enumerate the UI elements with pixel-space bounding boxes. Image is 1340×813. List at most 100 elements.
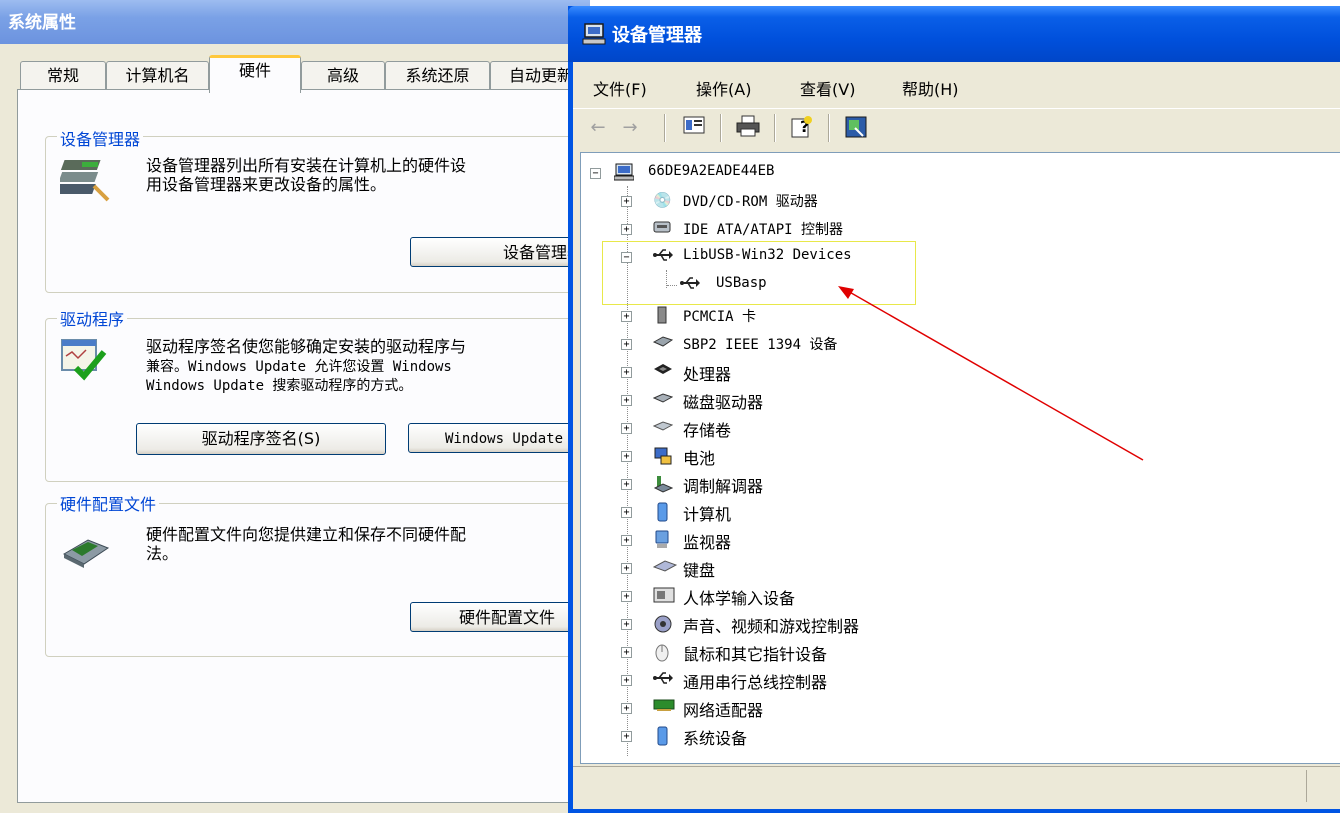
- properties-pane-icon[interactable]: [680, 114, 708, 142]
- ieee1394-icon: [652, 334, 674, 352]
- expand-toggle[interactable]: +: [621, 479, 632, 490]
- dvd-drive-icon: 💿: [653, 191, 672, 209]
- network-adapter-icon: [653, 698, 675, 716]
- tree-item-label: PCMCIA 卡: [683, 309, 757, 325]
- expand-toggle[interactable]: +: [621, 675, 632, 686]
- hardware-profiles-description-line1: 硬件配置文件向您提供建立和保存不同硬件配: [146, 525, 467, 544]
- annotation-arrow: [838, 286, 1144, 461]
- computer-icon: [582, 22, 606, 46]
- device-manager-group-title: 设备管理器: [57, 126, 144, 150]
- expand-toggle[interactable]: +: [621, 703, 632, 714]
- expand-toggle[interactable]: +: [621, 196, 632, 207]
- print-icon[interactable]: [734, 114, 762, 142]
- expand-toggle[interactable]: +: [621, 591, 632, 602]
- tab-advanced[interactable]: 高级: [301, 61, 385, 90]
- expand-toggle[interactable]: +: [621, 224, 632, 235]
- tree-item-label: 调制解调器: [683, 477, 764, 496]
- processor-icon: [653, 362, 672, 380]
- expand-toggle[interactable]: +: [621, 647, 632, 658]
- system-properties-titlebar[interactable]: [0, 0, 590, 44]
- modem-icon: [653, 474, 674, 493]
- tab-computer-name[interactable]: 计算机名: [106, 61, 209, 90]
- expand-toggle[interactable]: +: [621, 311, 632, 322]
- device-manager-button[interactable]: 设备管理器: [410, 237, 590, 267]
- expand-toggle[interactable]: +: [621, 731, 632, 742]
- drivers-description-line3: Windows Update 搜索驱动程序的方式。: [146, 378, 413, 394]
- toolbar-separator: [774, 114, 776, 142]
- status-bar: [573, 766, 1340, 807]
- keyboard-icon: [652, 558, 678, 576]
- toolbar-separator: [828, 114, 830, 142]
- expand-toggle[interactable]: +: [621, 451, 632, 462]
- collapse-toggle[interactable]: −: [590, 168, 601, 179]
- help-icon[interactable]: ?: [788, 114, 816, 142]
- tree-root-label: 66DE9A2EADE44EB: [648, 163, 775, 179]
- expand-toggle[interactable]: +: [621, 423, 632, 434]
- device-manager-description-line1: 设备管理器列出所有安装在计算机上的硬件设: [146, 156, 467, 175]
- expand-toggle[interactable]: +: [621, 619, 632, 630]
- expand-toggle[interactable]: +: [621, 563, 632, 574]
- expand-toggle[interactable]: +: [621, 507, 632, 518]
- sound-icon: [653, 614, 672, 633]
- toolbar-separator: [720, 114, 722, 142]
- tree-item-label: 存储卷: [683, 421, 732, 440]
- windows-update-button[interactable]: Windows Update: [408, 423, 590, 453]
- hardware-profiles-icon: [58, 528, 114, 572]
- monitor-icon: [653, 530, 671, 548]
- drivers-description-line1: 驱动程序签名使您能够确定安装的驱动程序与: [146, 337, 467, 356]
- tree-item-label: IDE ATA/ATAPI 控制器: [683, 222, 844, 238]
- tree-item-label: SBP2 IEEE 1394 设备: [683, 337, 838, 353]
- tree-item-label: 鼠标和其它指针设备: [683, 645, 828, 664]
- drivers-group-title: 驱动程序: [57, 306, 128, 330]
- tree-item-label: 系统设备: [683, 729, 748, 748]
- device-manager-title: 设备管理器: [612, 25, 702, 46]
- expand-toggle[interactable]: +: [621, 367, 632, 378]
- forward-arrow-icon[interactable]: →: [616, 114, 644, 142]
- system-properties-title: 系统属性: [8, 13, 76, 33]
- tab-hardware[interactable]: 硬件: [209, 55, 301, 93]
- pcmcia-icon: [653, 306, 671, 324]
- tab-system-restore[interactable]: 系统还原: [385, 61, 490, 90]
- menu-file[interactable]: 文件(F): [593, 76, 647, 100]
- ide-controller-icon: [653, 219, 671, 237]
- tree-item-label: 计算机: [683, 505, 732, 524]
- tree-item-label: DVD/CD-ROM 驱动器: [683, 194, 818, 210]
- tree-item-label: 声音、视频和游戏控制器: [683, 617, 860, 636]
- tree-item-label: 监视器: [683, 533, 732, 552]
- expand-toggle[interactable]: +: [621, 339, 632, 350]
- hardware-profiles-description-line2: 法。: [146, 544, 179, 563]
- toolbar-separator: [664, 114, 666, 142]
- tab-general[interactable]: 常规: [20, 61, 106, 90]
- usb-icon: [653, 670, 673, 688]
- tree-item-label: 电池: [683, 449, 716, 468]
- computer-icon: [613, 163, 635, 181]
- tree-item-label: 人体学输入设备: [683, 589, 796, 608]
- tree-item-label: 磁盘驱动器: [683, 393, 764, 412]
- drivers-description-line2: 兼容。Windows Update 允许您设置 Windows: [146, 359, 452, 375]
- disk-drive-icon: [652, 390, 674, 408]
- tree-item-label: 键盘: [683, 561, 716, 580]
- driver-signing-icon: [58, 334, 120, 384]
- expand-toggle[interactable]: +: [621, 395, 632, 406]
- device-manager-icon: [56, 156, 116, 204]
- tree-item-label: 网络适配器: [683, 701, 764, 720]
- hid-icon: [653, 586, 675, 604]
- mouse-icon: [653, 642, 671, 662]
- hardware-profiles-button[interactable]: 硬件配置文件: [410, 602, 590, 632]
- device-manager-description-line2: 用设备管理器来更改设备的属性。: [146, 175, 387, 194]
- expand-toggle[interactable]: +: [621, 535, 632, 546]
- back-arrow-icon[interactable]: ←: [584, 114, 612, 142]
- menu-help[interactable]: 帮助(H): [902, 76, 959, 100]
- battery-icon: [653, 446, 672, 465]
- hardware-profiles-group-title: 硬件配置文件: [57, 491, 160, 515]
- storage-volume-icon: [652, 418, 674, 436]
- computer-icon: [653, 502, 671, 522]
- menu-action[interactable]: 操作(A): [696, 76, 751, 100]
- tree-item-label: 处理器: [683, 365, 732, 384]
- scan-hardware-icon[interactable]: [842, 114, 870, 142]
- driver-signing-button[interactable]: 驱动程序签名(S): [136, 423, 386, 455]
- status-bar-divider: [1306, 770, 1307, 802]
- tree-item-label: 通用串行总线控制器: [683, 673, 828, 692]
- system-device-icon: [653, 726, 671, 746]
- menu-view[interactable]: 查看(V): [800, 76, 855, 100]
